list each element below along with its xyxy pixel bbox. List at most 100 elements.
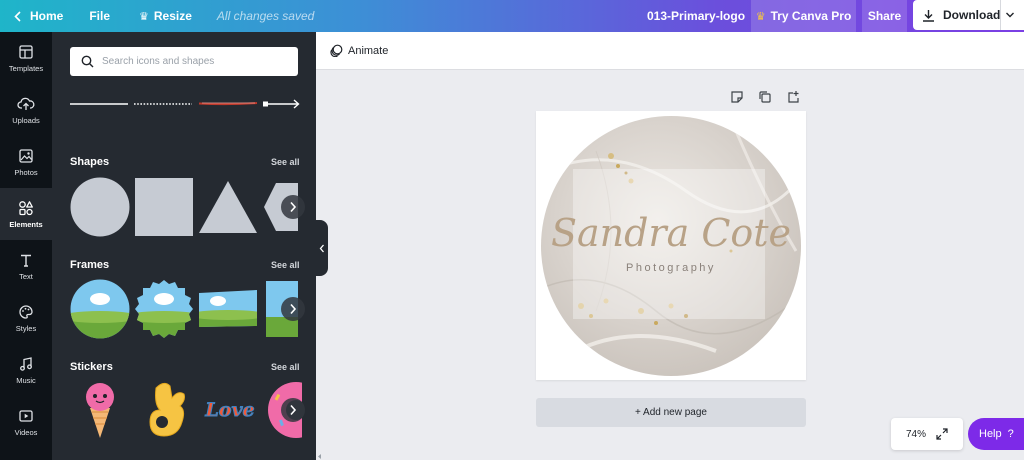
zoom-level[interactable]: 74% <box>906 429 926 440</box>
photo-icon <box>19 148 33 163</box>
left-rail: Templates Uploads Photos Elements Text S… <box>0 32 52 460</box>
logo-subtitle[interactable]: Photography <box>626 262 716 274</box>
try-canva-pro-button[interactable]: ♛ Try Canva Pro <box>751 0 856 32</box>
help-button[interactable]: Help ? <box>968 418 1024 450</box>
search-input[interactable] <box>102 56 282 67</box>
zoom-control[interactable]: 74% <box>891 418 963 450</box>
ok-hand-sticker[interactable] <box>144 380 188 440</box>
animate-button[interactable]: Animate <box>330 44 388 57</box>
download-divider <box>1000 0 1001 30</box>
search-icon <box>81 55 94 68</box>
rail-item-music[interactable]: Music <box>0 344 52 396</box>
frames-next-button[interactable] <box>281 297 305 321</box>
home-button[interactable]: Home <box>14 0 63 32</box>
rail-item-text[interactable]: Text <box>0 240 52 292</box>
rail-item-label: Templates <box>8 63 44 73</box>
animate-label: Animate <box>348 44 389 57</box>
crown-icon: ♛ <box>755 10 766 23</box>
save-status: All changes saved <box>216 9 315 23</box>
templates-icon <box>19 44 33 59</box>
horizontal-scrollbar[interactable] <box>316 453 1024 460</box>
text-icon <box>21 254 31 267</box>
music-note-icon <box>20 356 32 371</box>
elements-icon <box>19 200 33 215</box>
rail-item-label: Elements <box>9 219 43 229</box>
rail-item-label: Text <box>19 271 33 281</box>
stickers-row: Love <box>70 380 316 440</box>
rail-item-elements[interactable]: Elements <box>0 188 52 240</box>
share-button[interactable]: Share <box>862 0 907 32</box>
logo-artwork[interactable]: Sandra Cote Photography <box>536 111 806 380</box>
frames-row <box>70 279 316 339</box>
chevron-left-icon <box>14 10 21 22</box>
collapse-panel-button[interactable] <box>316 220 328 276</box>
duplicate-page-icon[interactable] <box>758 90 772 104</box>
frame-circle[interactable] <box>70 279 130 339</box>
rail-item-label: Photos <box>14 167 38 177</box>
palette-icon <box>19 304 33 319</box>
file-label: File <box>89 9 111 23</box>
ice-cream-sticker[interactable] <box>82 380 118 440</box>
chevron-right-icon <box>290 201 297 213</box>
download-label: Download <box>943 8 1001 22</box>
section-title-frames: Frames <box>70 259 110 271</box>
editor-toolbar: Animate <box>316 32 1024 70</box>
help-label: Help <box>979 428 1002 440</box>
shape-triangle[interactable] <box>198 177 258 237</box>
video-icon <box>19 409 33 422</box>
frame-skewed[interactable] <box>198 289 258 329</box>
see-all-shapes[interactable]: See all <box>271 157 300 167</box>
resize-button[interactable]: ♛ Resize <box>139 0 192 32</box>
rail-item-uploads[interactable]: Uploads <box>0 84 52 136</box>
expand-icon[interactable] <box>936 428 948 440</box>
line-arrow[interactable] <box>263 99 300 109</box>
rail-item-templates[interactable]: Templates <box>0 32 52 84</box>
love-sticker[interactable]: Love <box>200 394 260 426</box>
logo-title[interactable]: Sandra Cote <box>551 211 791 255</box>
shape-circle[interactable] <box>70 177 130 237</box>
rail-item-label: Music <box>16 375 36 385</box>
document-name[interactable]: 013-Primary-logo <box>647 0 745 32</box>
rail-item-styles[interactable]: Styles <box>0 292 52 344</box>
stickers-next-button[interactable] <box>281 398 305 422</box>
love-sticker-text: Love <box>204 399 254 421</box>
frame-scalloped[interactable] <box>134 279 194 339</box>
elements-panel: Shapes See all Frames See all <box>52 32 316 460</box>
line-red-brush[interactable] <box>198 102 258 106</box>
home-label: Home <box>30 9 64 23</box>
see-all-stickers[interactable]: See all <box>271 362 300 372</box>
share-label: Share <box>867 9 902 23</box>
shapes-row <box>70 177 316 237</box>
try-pro-label: Try Canva Pro <box>770 9 852 23</box>
rail-item-label: Styles <box>15 323 37 333</box>
lines-row <box>70 99 300 109</box>
chevron-right-icon <box>290 404 297 416</box>
shapes-next-button[interactable] <box>281 195 305 219</box>
shape-square[interactable] <box>134 177 194 237</box>
canvas-area: Animate Sandra Cote Photography + Add ne… <box>316 32 1024 460</box>
chevron-down-icon[interactable] <box>1005 8 1015 22</box>
page-tools <box>730 90 800 104</box>
top-bar: Home File ♛ Resize All changes saved 013… <box>0 0 1024 32</box>
rail-item-label: Uploads <box>12 115 40 125</box>
upload-cloud-icon <box>17 97 35 110</box>
see-all-frames[interactable]: See all <box>271 260 300 270</box>
resize-label: Resize <box>153 9 192 23</box>
rail-item-label: Videos <box>14 427 38 437</box>
rail-item-photos[interactable]: Photos <box>0 136 52 188</box>
add-note-icon[interactable] <box>730 90 744 104</box>
download-button[interactable]: Download <box>913 0 1024 30</box>
file-menu-button[interactable]: File <box>89 0 110 32</box>
add-page-icon[interactable] <box>786 90 800 104</box>
section-title-shapes: Shapes <box>70 156 110 168</box>
chevron-left-icon <box>319 244 324 252</box>
question-mark-icon: ? <box>1007 428 1014 440</box>
add-new-page-button[interactable]: + Add new page <box>536 398 806 427</box>
design-page[interactable]: Sandra Cote Photography <box>536 111 806 380</box>
search-box[interactable] <box>70 47 298 76</box>
crown-icon: ♛ <box>139 10 149 23</box>
animate-icon <box>330 44 343 57</box>
chevron-right-icon <box>290 303 297 315</box>
download-icon <box>923 9 934 22</box>
rail-item-videos[interactable]: Videos <box>0 396 52 448</box>
